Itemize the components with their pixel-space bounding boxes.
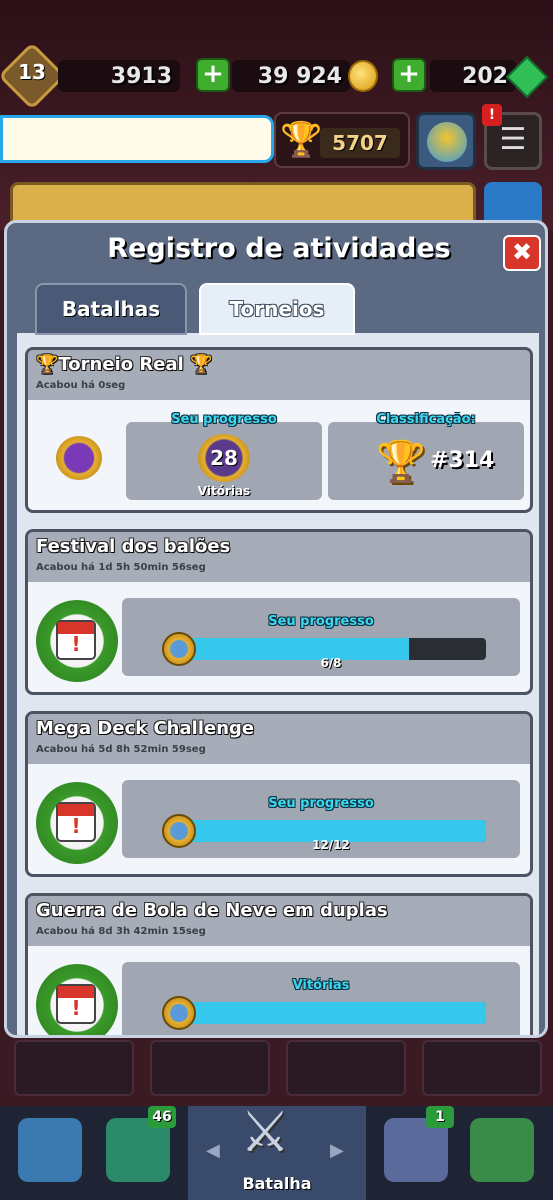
crown-badge-icon <box>56 436 102 480</box>
nav-left-arrow-icon[interactable]: ◀ <box>206 1140 220 1161</box>
clan-badge-icon <box>427 122 467 162</box>
progress-label: Vitórias <box>292 978 350 993</box>
battle-swords-icon[interactable]: ⚔ <box>240 1100 290 1165</box>
rank-label: Classificação: <box>376 412 476 427</box>
medal-icon <box>162 996 196 1030</box>
card-title: Festival dos balões <box>36 536 231 557</box>
tournament-card-mega-deck[interactable]: Mega Deck Challenge Acabou há 5d 8h 52mi… <box>25 711 533 877</box>
wins-label: Vitórias <box>197 484 251 498</box>
rank-trophy-icon: 🏆 <box>376 439 426 485</box>
gold-coin-icon <box>348 60 378 92</box>
card-title: Mega Deck Challenge <box>36 718 255 739</box>
trophy-count: 5707 <box>320 128 400 158</box>
activity-log-modal: Registro de atividades ✖ Batalhas Tornei… <box>4 220 548 1038</box>
nav-right-arrow-icon[interactable]: ▶ <box>330 1140 344 1161</box>
rank-box <box>328 422 524 500</box>
calendar-icon: ! <box>56 984 96 1024</box>
progress-label: Seu progresso <box>171 412 277 427</box>
gems-display: 202 <box>430 60 516 92</box>
modal-title: Registro de atividades <box>107 233 451 264</box>
deck-slot <box>422 1040 542 1096</box>
tournament-card-royal[interactable]: 🏆Torneio Real 🏆 Acabou há 0seg Seu progr… <box>25 347 533 513</box>
level-value: 13 <box>18 60 46 84</box>
deck-slot <box>150 1040 270 1096</box>
notification-badge: ! <box>482 104 502 126</box>
nav-battle-label: Batalha <box>242 1174 312 1193</box>
card-subtitle: Acabou há 1d 5h 50min 56seg <box>36 562 206 573</box>
event-wreath-icon: ! <box>36 782 118 864</box>
clan-count-badge: 1 <box>426 1106 454 1128</box>
card-subtitle: Acabou há 5d 8h 52min 59seg <box>36 744 206 755</box>
wins-badge: 28 <box>198 434 250 482</box>
experience-display: 3913 <box>58 60 180 92</box>
card-title: Guerra de Bola de Neve em duplas <box>36 900 388 921</box>
tab-batalhas[interactable]: Batalhas <box>35 283 187 335</box>
close-button[interactable]: ✖ <box>503 235 541 271</box>
calendar-icon: ! <box>56 802 96 842</box>
tournament-card-festival[interactable]: Festival dos balões Acabou há 1d 5h 50mi… <box>25 529 533 695</box>
clan-button[interactable] <box>416 112 476 170</box>
shop-icon[interactable] <box>18 1118 82 1182</box>
event-wreath-icon: ! <box>36 600 118 682</box>
progress-label: Seu progresso <box>268 614 374 629</box>
event-wreath-icon: ! <box>36 964 118 1035</box>
add-gems-button[interactable]: + <box>392 58 426 92</box>
deck-slot <box>286 1040 406 1096</box>
player-name-field[interactable] <box>0 115 274 163</box>
rank-value: #314 <box>430 448 495 473</box>
deck-slot <box>14 1040 134 1096</box>
card-subtitle: Acabou há 8d 3h 42min 15seg <box>36 926 206 937</box>
trophy-icon: 🏆 <box>280 120 323 160</box>
progress-text: 12/12 <box>312 838 350 852</box>
progress-text: 6/8 <box>320 656 342 670</box>
add-gold-button[interactable]: + <box>196 58 230 92</box>
events-icon[interactable] <box>470 1118 534 1182</box>
card-title: 🏆Torneio Real 🏆 <box>36 354 213 375</box>
progress-fill <box>176 1002 486 1024</box>
progress-bar <box>176 1002 486 1024</box>
calendar-icon: ! <box>56 620 96 660</box>
gold-display: 39 924 <box>232 60 350 92</box>
tournament-card-snowball[interactable]: Guerra de Bola de Neve em duplas Acabou … <box>25 893 533 1035</box>
cards-count-badge: 46 <box>148 1106 176 1128</box>
tab-torneios[interactable]: Torneios <box>199 283 355 335</box>
card-subtitle: Acabou há 0seg <box>36 380 126 391</box>
progress-label: Seu progresso <box>268 796 374 811</box>
